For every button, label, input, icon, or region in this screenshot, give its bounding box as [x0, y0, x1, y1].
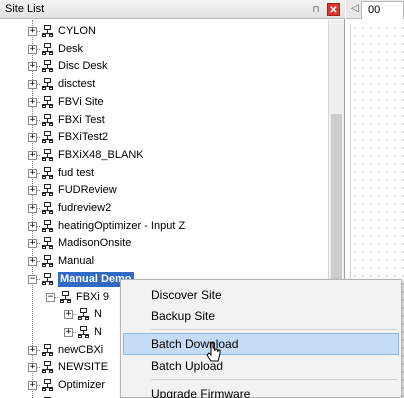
site-network-icon [59, 290, 72, 304]
menu-item-batch-upload[interactable]: Batch Upload [123, 355, 399, 377]
tab-scroll-left-icon[interactable]: ◁ [351, 3, 359, 14]
expand-icon[interactable]: + [28, 97, 37, 107]
tree-item-label: Desk [58, 42, 84, 55]
collapse-icon[interactable]: − [28, 274, 37, 284]
tree-item-label: newCBXi [58, 343, 104, 356]
site-network-icon [41, 361, 54, 374]
site-network-icon [41, 42, 54, 56]
expand-icon[interactable]: + [64, 327, 73, 337]
context-menu: Discover Site Backup Site Batch Download Ba… [120, 279, 402, 398]
expand-icon[interactable]: + [28, 115, 37, 125]
document-tab-strip: ◁ 00 [346, 0, 404, 19]
tree-item[interactable]: + heatingOptimizer - Input Z [0, 218, 328, 235]
document-tab[interactable]: 00 [361, 1, 404, 19]
tree-item-label: FBXiX48_BLANK [58, 148, 144, 161]
tree-item-label: disctest [58, 78, 96, 91]
expand-icon[interactable]: + [28, 345, 37, 355]
expand-icon[interactable]: + [28, 257, 37, 267]
mouse-cursor-icon [206, 342, 221, 362]
tree-item[interactable]: + Manual [0, 253, 328, 270]
pin-icon[interactable]: ⊓ [310, 3, 322, 15]
site-network-icon [41, 219, 54, 233]
tree-item-label: MadisonOnsite [58, 237, 132, 250]
tree-item-label: fudreview2 [58, 202, 112, 214]
site-network-icon [41, 343, 54, 357]
tree-item-label: Manual [58, 255, 95, 268]
tree-item-label: FBXiTest2 [58, 131, 109, 144]
expand-icon[interactable]: + [28, 381, 37, 390]
site-network-icon [41, 379, 54, 392]
expand-icon[interactable]: + [28, 239, 37, 249]
tree-item[interactable]: + FUDReview [0, 182, 328, 199]
expand-icon[interactable]: + [28, 221, 37, 231]
site-network-icon [41, 95, 54, 109]
tree-item-label: Optimizer [58, 379, 106, 391]
tree-item[interactable]: + Desk [0, 41, 328, 58]
expand-icon[interactable]: + [28, 168, 37, 178]
menu-item-discover-site[interactable]: Discover Site [123, 284, 399, 306]
site-network-icon [41, 131, 54, 144]
tree-item-label: FBVi Site [58, 95, 104, 108]
tree-item-label: N [94, 325, 102, 338]
tree-item[interactable]: + FBVi Site [0, 94, 328, 111]
site-network-icon [41, 184, 54, 197]
menu-separator [151, 379, 397, 380]
tree-item[interactable]: + fudreview2 [0, 200, 328, 217]
tree-item[interactable]: + Disc Desk [0, 58, 328, 75]
expand-icon[interactable]: + [28, 62, 37, 72]
tree-item-label: FBXi Test [58, 113, 105, 126]
site-network-icon [41, 60, 54, 73]
collapse-icon[interactable]: − [46, 292, 55, 302]
site-network-icon [77, 325, 90, 339]
site-network-icon [41, 78, 54, 91]
menu-item-upgrade-firmware[interactable]: Upgrade Firmware [123, 383, 399, 398]
expand-icon[interactable]: + [28, 133, 37, 143]
expand-icon[interactable]: + [28, 204, 37, 213]
tree-item[interactable]: + FBXiTest2 [0, 129, 328, 146]
site-list-titlebar: Site List ⊓ ✕ [0, 0, 345, 19]
tree-item-label: Disc Desk [58, 60, 108, 73]
site-network-icon [41, 237, 54, 250]
site-network-icon [77, 308, 90, 321]
site-network-icon [41, 25, 54, 38]
menu-separator [151, 329, 397, 330]
menu-item-backup-site[interactable]: Backup Site [123, 305, 399, 327]
tree-item-label: fud test [58, 166, 95, 179]
expand-icon[interactable]: + [28, 363, 37, 373]
expand-icon[interactable]: + [28, 44, 37, 54]
site-network-icon [41, 202, 54, 215]
expand-icon[interactable]: + [64, 310, 73, 320]
tree-item-label: N [94, 308, 102, 321]
menu-item-batch-download[interactable]: Batch Download [123, 333, 399, 355]
tree-item-label: FUDReview [58, 184, 117, 197]
expand-icon[interactable]: + [28, 80, 37, 90]
tree-item[interactable]: + FBXiX48_BLANK [0, 147, 328, 164]
expand-icon[interactable]: + [28, 150, 37, 160]
tree-item[interactable]: + fud test [0, 165, 328, 182]
expand-icon[interactable]: + [28, 186, 37, 196]
site-network-icon [41, 113, 54, 127]
tree-item[interactable]: + FBXi Test [0, 112, 328, 129]
site-network-icon [41, 166, 54, 180]
site-network-icon [41, 255, 54, 268]
site-network-icon [41, 272, 54, 286]
tree-item[interactable]: + disctest [0, 76, 328, 93]
site-network-icon [41, 148, 54, 162]
tree-item[interactable]: + MadisonOnsite [0, 235, 328, 252]
tree-item-label: FBXi 9 [76, 290, 110, 303]
tree-item-label: NEWSITE [58, 361, 109, 374]
tree-item-label: heatingOptimizer - Input Z [58, 219, 186, 232]
close-icon[interactable]: ✕ [327, 3, 340, 16]
tree-item-label: CYLON [58, 25, 96, 37]
panel-title: Site List [5, 3, 45, 15]
expand-icon[interactable]: + [28, 27, 37, 36]
tree-item[interactable]: + CYLON [0, 23, 328, 40]
